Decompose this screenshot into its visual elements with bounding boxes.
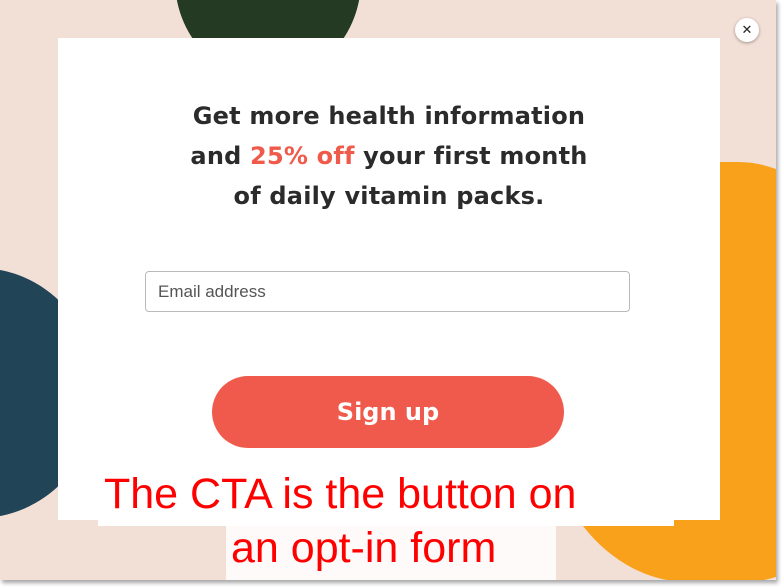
headline-line-3: of daily vitamin packs. — [233, 182, 545, 210]
email-field[interactable] — [146, 272, 629, 311]
signup-button[interactable]: Sign up — [212, 376, 564, 448]
headline-line-1: Get more health information — [192, 102, 586, 130]
email-field-wrapper — [145, 271, 630, 312]
headline-line-2: and 25% off your first month — [58, 136, 720, 176]
headline-line-2-post: your first month — [354, 142, 588, 170]
close-button[interactable]: ✕ — [735, 18, 759, 42]
close-icon: ✕ — [741, 22, 753, 38]
headline: Get more health information and 25% off … — [58, 96, 720, 216]
discount-highlight: 25% off — [250, 142, 355, 170]
headline-line-2-pre: and — [190, 142, 251, 170]
annotation-caption-line-1: The CTA is the button on — [104, 470, 577, 518]
annotation-caption-line-2: an opt-in form — [231, 524, 497, 572]
